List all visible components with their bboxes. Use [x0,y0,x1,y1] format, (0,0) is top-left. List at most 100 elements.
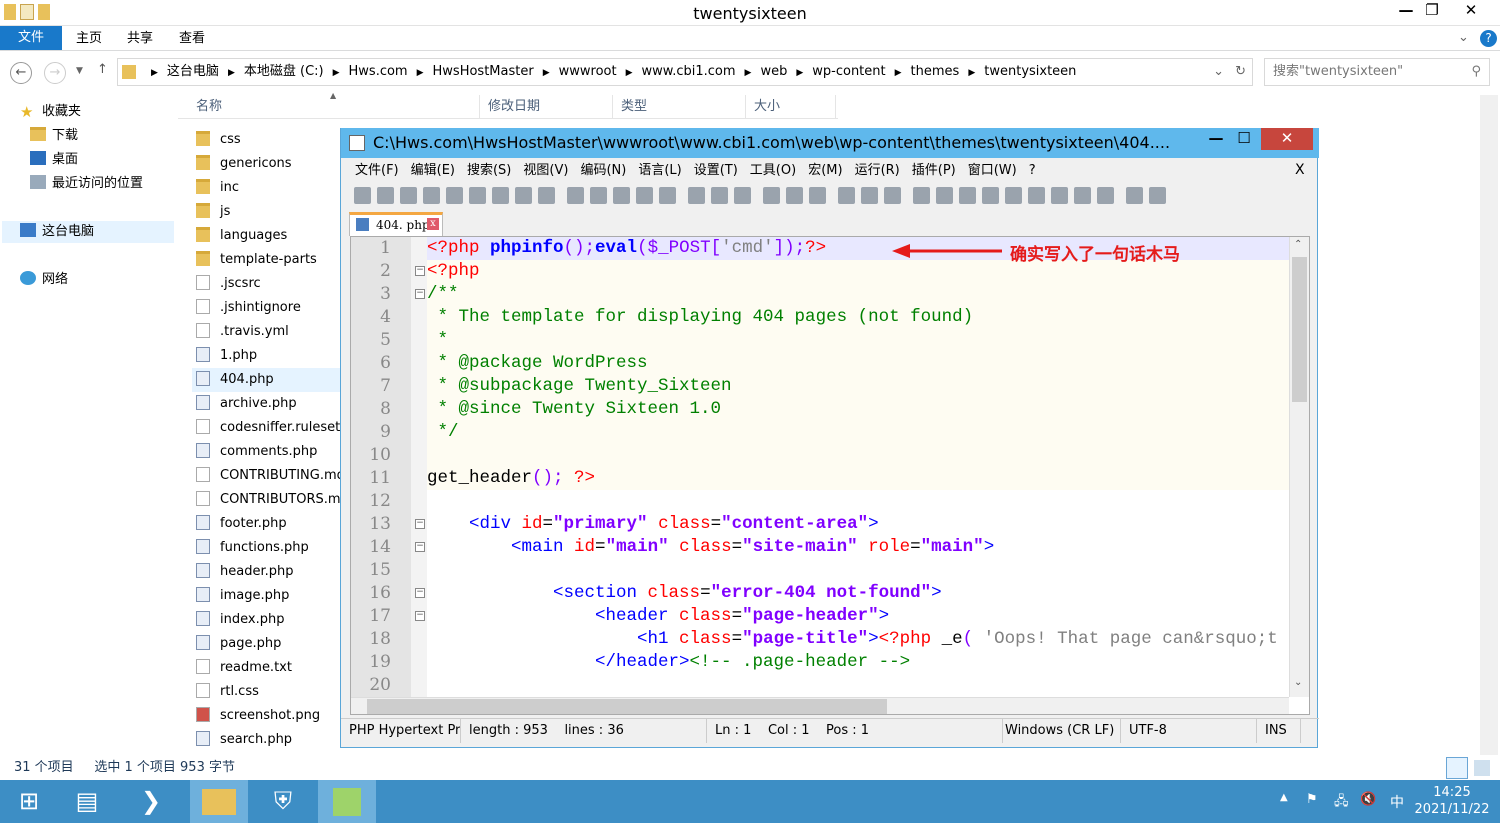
tab-404-php[interactable]: 404. php x [349,212,443,236]
toolbar-button-icon[interactable] [809,187,826,204]
breadcrumb-separator-icon[interactable]: ▶ [626,68,633,78]
npp-menu-item[interactable]: 编辑(E) [411,163,455,178]
tab-close-icon[interactable]: x [427,218,439,230]
toolbar-button-icon[interactable] [936,187,953,204]
nav-desktop[interactable]: 桌面 [30,149,78,171]
toolbar-button-icon[interactable] [1028,187,1045,204]
toolbar-button-icon[interactable] [884,187,901,204]
toolbar-button-icon[interactable] [959,187,976,204]
toolbar-button-icon[interactable] [613,187,630,204]
toolbar-button-icon[interactable] [590,187,607,204]
start-button[interactable]: ⊞ [0,780,58,823]
breadcrumb-item[interactable]: 本地磁盘 (C:) [244,64,324,79]
breadcrumb-separator-icon[interactable]: ▶ [745,68,752,78]
npp-menu-item[interactable]: 运行(R) [855,163,900,178]
file-item[interactable]: .jshintignore [196,296,341,320]
clock[interactable]: 14:25 2021/11/22 [1410,784,1494,818]
toolbar-button-icon[interactable] [659,187,676,204]
vertical-scrollbar[interactable]: ⌃ ⌄ [1289,237,1309,697]
file-item[interactable]: footer.php [196,512,341,536]
tab-view[interactable]: 查看 [163,26,221,51]
address-dropdown-icon[interactable]: ⌄ [1213,59,1224,85]
npp-maximize-button[interactable]: ☐ [1227,128,1261,150]
file-item[interactable]: js [196,200,341,224]
details-view-button[interactable] [1446,757,1468,779]
npp-menu-item[interactable]: 文件(F) [355,163,399,178]
file-item[interactable]: index.php [196,608,341,632]
powershell-icon[interactable]: ❯ [122,780,180,823]
horizontal-scrollbar[interactable] [351,697,1289,714]
breadcrumb-item[interactable]: twentysixteen [984,64,1076,79]
breadcrumb-item[interactable]: www.cbi1.com [642,64,736,79]
npp-menu-item[interactable]: 编码(N) [580,163,626,178]
file-item[interactable]: 1.php [196,344,341,368]
breadcrumb-separator-icon[interactable]: ▶ [543,68,550,78]
breadcrumb-separator-icon[interactable]: ▶ [151,68,158,78]
toolbar-button-icon[interactable] [734,187,751,204]
address-bar[interactable]: ▶ 这台电脑 ▶ 本地磁盘 (C:) ▶ Hws.com ▶ HwsHostMaster ▶ ww… [117,58,1253,86]
tab-share[interactable]: 共享 [111,26,169,51]
file-item[interactable]: CONTRIBUTING.md [196,464,341,488]
file-item[interactable]: page.php [196,632,341,656]
breadcrumb-item[interactable]: wwwroot [559,64,617,79]
toolbar-button-icon[interactable] [469,187,486,204]
breadcrumb-separator-icon[interactable]: ▶ [968,68,975,78]
fold-toggle-icon[interactable]: − [415,519,425,529]
file-item[interactable]: screenshot.png [196,704,341,728]
toolbar-button-icon[interactable] [763,187,780,204]
nav-favorites[interactable]: ★ 收藏夹 [20,101,81,123]
network-tray-icon[interactable]: 🖧 [1334,792,1349,814]
column-type[interactable]: 类型 [613,95,746,119]
fold-toggle-icon[interactable]: − [415,588,425,598]
toolbar-button-icon[interactable] [711,187,728,204]
large-icons-view-button[interactable] [1474,760,1490,776]
fold-toggle-icon[interactable]: − [415,611,425,621]
column-size[interactable]: 大小 [746,95,836,119]
notepad-plus-plus-taskbar-icon[interactable] [318,780,376,823]
close-button[interactable]: ✕ [1446,0,1496,22]
file-item[interactable]: header.php [196,560,341,584]
breadcrumb-separator-icon[interactable]: ▶ [417,68,424,78]
breadcrumb-item[interactable]: themes [911,64,960,79]
volume-muted-icon[interactable]: 🔇 [1360,792,1376,807]
help-icon[interactable]: ? [1480,30,1497,47]
shield-app-icon[interactable]: ⛨ [254,780,312,823]
npp-close-button[interactable]: ✕ [1261,128,1313,150]
file-item[interactable]: inc [196,176,341,200]
toolbar-button-icon[interactable] [515,187,532,204]
file-item[interactable]: template-parts [196,248,341,272]
recent-dropdown-icon[interactable]: ▼ [76,66,83,76]
toolbar-button-icon[interactable] [492,187,509,204]
file-item[interactable]: 404.php [192,368,342,392]
file-item[interactable]: .travis.yml [196,320,341,344]
toolbar-button-icon[interactable] [1149,187,1166,204]
toolbar-button-icon[interactable] [354,187,371,204]
up-button[interactable]: ↑ [97,62,108,77]
toolbar-button-icon[interactable] [400,187,417,204]
fold-toggle-icon[interactable]: − [415,266,425,276]
file-item[interactable]: genericons [196,152,341,176]
fold-toggle-icon[interactable]: − [415,289,425,299]
server-manager-icon[interactable]: ▤ [58,780,116,823]
file-item[interactable]: search.php [196,728,341,752]
chevron-down-icon[interactable]: ⌄ [1458,30,1469,45]
column-date[interactable]: 修改日期 [480,95,613,119]
file-item[interactable]: rtl.css [196,680,341,704]
file-item[interactable]: readme.txt [196,656,341,680]
toolbar-button-icon[interactable] [838,187,855,204]
breadcrumb-item[interactable]: 这台电脑 [167,64,219,79]
toolbar-button-icon[interactable] [636,187,653,204]
file-list-scrollbar[interactable] [1480,95,1498,755]
file-explorer-taskbar-icon[interactable] [190,780,248,823]
toolbar-button-icon[interactable] [982,187,999,204]
forward-button[interactable]: → [44,62,66,84]
toolbar-button-icon[interactable] [423,187,440,204]
toolbar-button-icon[interactable] [1126,187,1143,204]
toolbar-button-icon[interactable] [377,187,394,204]
file-item[interactable]: .jscsrc [196,272,341,296]
toolbar-button-icon[interactable] [688,187,705,204]
toolbar-button-icon[interactable] [538,187,555,204]
breadcrumb-item[interactable]: web [760,64,787,79]
nav-recent[interactable]: 最近访问的位置 [30,173,143,195]
breadcrumb-separator-icon[interactable]: ▶ [895,68,902,78]
